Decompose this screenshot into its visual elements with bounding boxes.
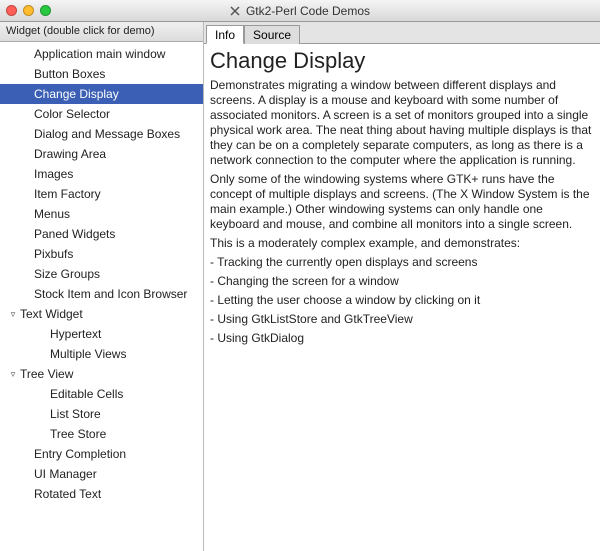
tab-bar: Info Source — [204, 22, 600, 44]
tree-item[interactable]: Entry Completion — [0, 444, 203, 464]
tree-item[interactable]: Pixbufs — [0, 244, 203, 264]
tree-item-label: Entry Completion — [34, 447, 126, 461]
tree-item-label: Menus — [34, 207, 70, 221]
tree-item-label: Tree View — [20, 367, 73, 381]
tree-item-label: Tree Store — [50, 427, 106, 441]
x11-icon — [230, 6, 240, 16]
tree-item[interactable]: Multiple Views — [0, 344, 203, 364]
info-bullet: - Using GtkListStore and GtkTreeView — [210, 312, 594, 327]
tree-item[interactable]: Color Selector — [0, 104, 203, 124]
zoom-icon[interactable] — [40, 5, 51, 16]
tree-item[interactable]: Menus — [0, 204, 203, 224]
tree-item-label: Dialog and Message Boxes — [34, 127, 180, 141]
info-panel: Change Display Demonstrates migrating a … — [204, 44, 600, 551]
sidebar-header[interactable]: Widget (double click for demo) — [0, 22, 203, 42]
tree-item[interactable]: ▿Tree View — [0, 364, 203, 384]
tree-item[interactable]: Application main window — [0, 44, 203, 64]
demo-tree[interactable]: Application main window Button Boxes Chang… — [0, 42, 203, 551]
tree-item-label: UI Manager — [34, 467, 97, 481]
close-icon[interactable] — [6, 5, 17, 16]
minimize-icon[interactable] — [23, 5, 34, 16]
tree-item[interactable]: Button Boxes — [0, 64, 203, 84]
tree-item-label: Images — [34, 167, 73, 181]
tree-item-label: Paned Widgets — [34, 227, 115, 241]
info-bullet: - Tracking the currently open displays a… — [210, 255, 594, 270]
tree-item[interactable]: Item Factory — [0, 184, 203, 204]
main-panel: Info Source Change Display Demonstrates … — [204, 22, 600, 551]
info-bullet: - Letting the user choose a window by cl… — [210, 293, 594, 308]
tree-item-label: List Store — [50, 407, 101, 421]
tree-item-label: Rotated Text — [34, 487, 101, 501]
tree-item[interactable]: Rotated Text — [0, 484, 203, 504]
sidebar: Widget (double click for demo) Applicati… — [0, 22, 204, 551]
info-paragraph: This is a moderately complex example, an… — [210, 236, 594, 251]
tree-item-label: Pixbufs — [34, 247, 73, 261]
tree-item[interactable]: Change Display — [0, 84, 203, 104]
tree-item[interactable]: Editable Cells — [0, 384, 203, 404]
tree-item[interactable]: List Store — [0, 404, 203, 424]
tree-item[interactable]: Size Groups — [0, 264, 203, 284]
tree-item-label: Size Groups — [34, 267, 100, 281]
tree-item[interactable]: Stock Item and Icon Browser — [0, 284, 203, 304]
expander-icon[interactable]: ▿ — [6, 369, 20, 380]
tree-item-label: Color Selector — [34, 107, 110, 121]
tree-item-label: Drawing Area — [34, 147, 106, 161]
tree-item[interactable]: Tree Store — [0, 424, 203, 444]
info-paragraph: Demonstrates migrating a window between … — [210, 78, 594, 168]
tree-item[interactable]: Images — [0, 164, 203, 184]
tree-item-label: Application main window — [34, 47, 165, 61]
tree-item-label: Hypertext — [50, 327, 101, 341]
window-titlebar: Gtk2-Perl Code Demos — [0, 0, 600, 22]
tree-item-label: Change Display — [34, 87, 119, 101]
tree-item-label: Button Boxes — [34, 67, 105, 81]
window-controls — [6, 5, 51, 16]
tree-item-label: Text Widget — [20, 307, 83, 321]
tree-item[interactable]: Drawing Area — [0, 144, 203, 164]
tree-item[interactable]: Dialog and Message Boxes — [0, 124, 203, 144]
tree-item[interactable]: Hypertext — [0, 324, 203, 344]
window-title: Gtk2-Perl Code Demos — [246, 4, 370, 18]
tree-item-label: Stock Item and Icon Browser — [34, 287, 187, 301]
tree-item-label: Item Factory — [34, 187, 101, 201]
tab-source[interactable]: Source — [244, 25, 300, 44]
info-bullet: - Changing the screen for a window — [210, 274, 594, 289]
tree-item[interactable]: UI Manager — [0, 464, 203, 484]
tree-item-label: Multiple Views — [50, 347, 126, 361]
tab-info[interactable]: Info — [206, 25, 244, 44]
info-heading: Change Display — [210, 48, 594, 74]
tree-item-label: Editable Cells — [50, 387, 123, 401]
tree-item[interactable]: Paned Widgets — [0, 224, 203, 244]
info-paragraph: Only some of the windowing systems where… — [210, 172, 594, 232]
expander-icon[interactable]: ▿ — [6, 309, 20, 320]
info-bullet: - Using GtkDialog — [210, 331, 594, 346]
tree-item[interactable]: ▿Text Widget — [0, 304, 203, 324]
